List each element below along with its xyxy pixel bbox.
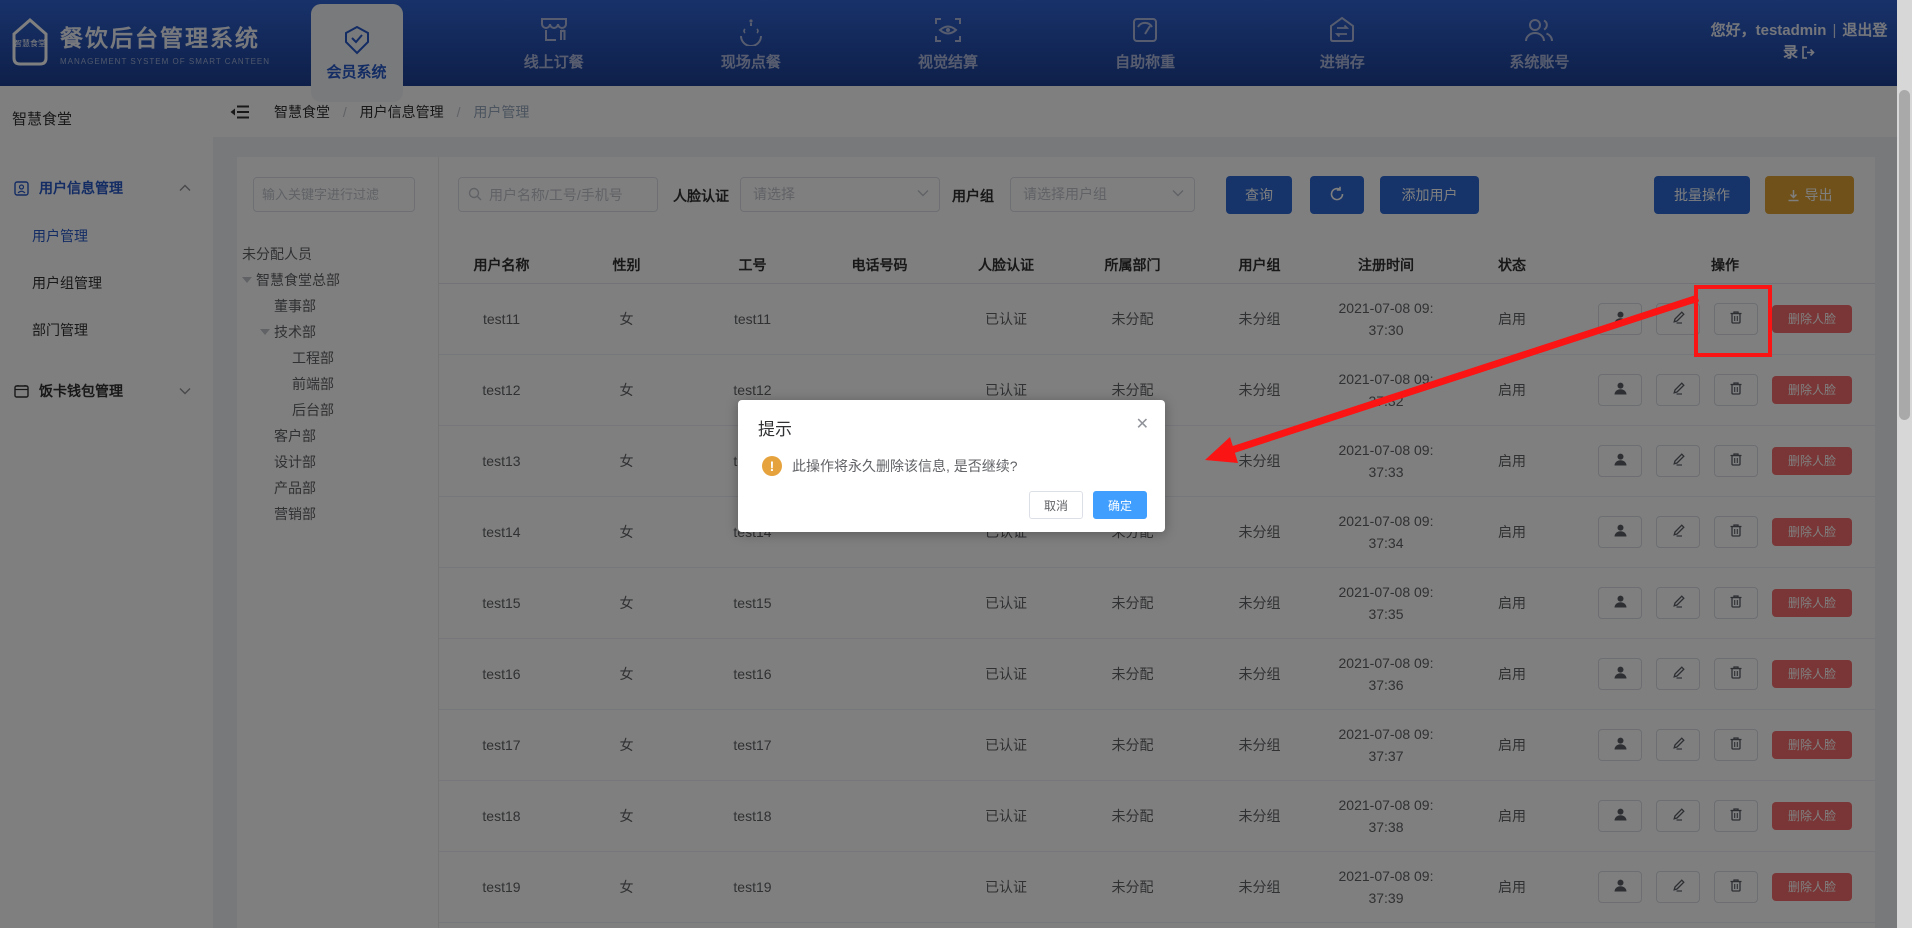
scrollbar-thumb[interactable]	[1899, 90, 1910, 420]
app-root: 智慧食堂 餐饮后台管理系统 MANAGEMENT SYSTEM OF SMART…	[0, 0, 1912, 928]
cancel-button[interactable]: 取消	[1029, 491, 1083, 519]
page-scrollbar[interactable]	[1897, 0, 1912, 928]
warning-icon: !	[762, 456, 782, 476]
close-icon[interactable]: ✕	[1136, 414, 1149, 434]
confirm-button[interactable]: 确定	[1093, 491, 1147, 519]
dialog-message: 此操作将永久删除该信息, 是否继续?	[792, 456, 1018, 476]
confirm-dialog: 提示 ✕ ! 此操作将永久删除该信息, 是否继续? 取消 确定	[738, 400, 1165, 532]
dialog-title: 提示	[758, 415, 792, 440]
